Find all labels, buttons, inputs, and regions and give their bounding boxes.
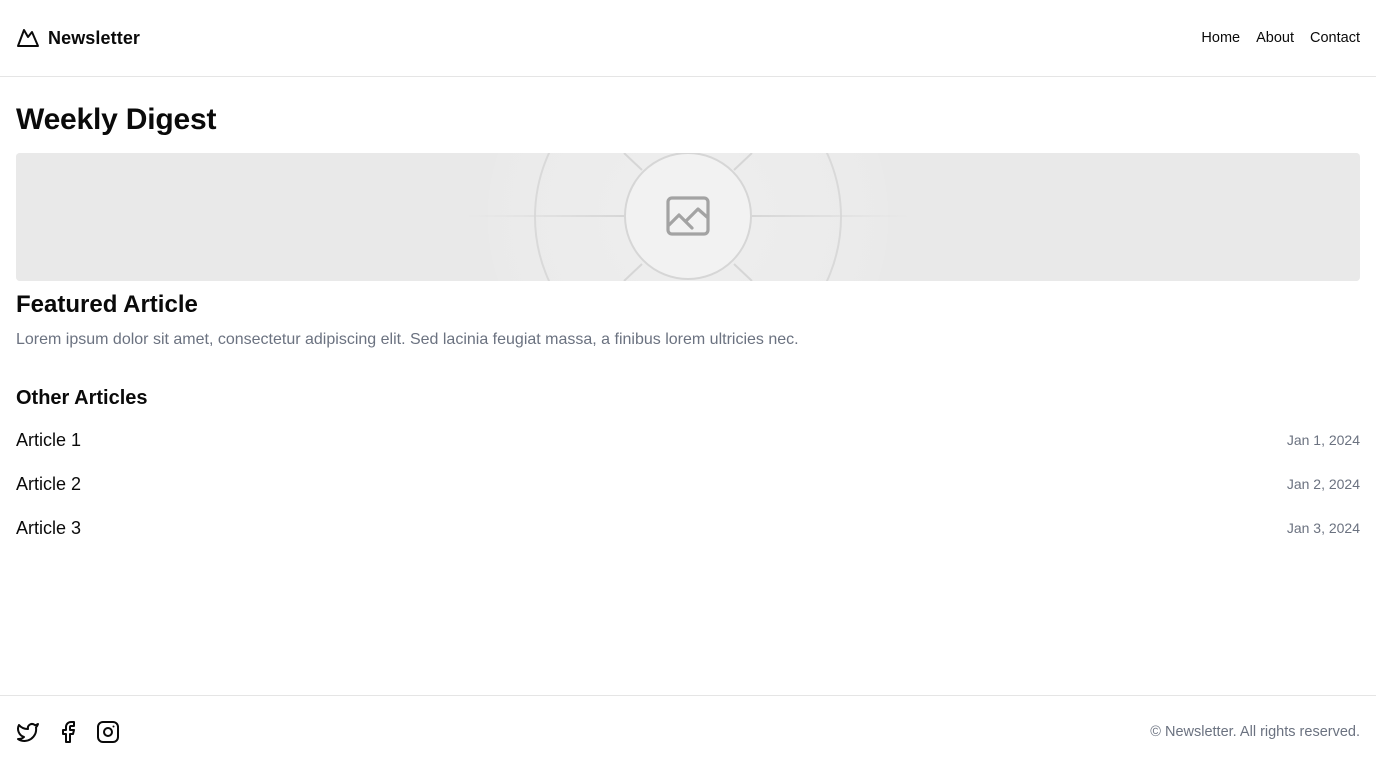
article-date: Jan 3, 2024 [1286,520,1360,536]
nav-home[interactable]: Home [1201,30,1240,46]
other-articles-heading: Other Articles [16,387,148,409]
article-list: Article 1 Jan 1, 2024 Article 2 Jan 2, 2… [16,418,1360,550]
article-date: Jan 1, 2024 [1286,432,1360,448]
list-item: Article 1 Jan 1, 2024 [16,418,1360,462]
image-placeholder-icon [16,153,1360,281]
article-date: Jan 2, 2024 [1286,476,1360,492]
article-link[interactable]: Article 3 [16,518,81,539]
brand-name: Newsletter [48,27,141,48]
list-item: Article 3 Jan 3, 2024 [16,506,1360,550]
page: Newsletter Home About Contact Weekly Dig… [0,0,1376,768]
copyright-text: © Newsletter. All rights reserved. [1150,724,1360,740]
main-nav: Home About Contact [1201,30,1360,46]
hero-image-placeholder [16,153,1360,281]
article-link[interactable]: Article 2 [16,474,81,495]
mountain-icon [16,26,40,50]
site-footer: © Newsletter. All rights reserved. [0,695,1376,768]
brand-link[interactable]: Newsletter [16,26,140,50]
facebook-icon[interactable] [56,720,80,744]
twitter-icon[interactable] [16,720,40,744]
featured-article-title[interactable]: Featured Article [16,291,1360,319]
nav-about[interactable]: About [1256,30,1294,46]
list-item: Article 2 Jan 2, 2024 [16,462,1360,506]
instagram-icon[interactable] [96,720,120,744]
featured-article-description: Lorem ipsum dolor sit amet, consectetur … [16,331,799,348]
main-content: Weekly Digest Featured Article Lorem ips… [0,77,1376,695]
social-links [16,720,120,744]
page-title: Weekly Digest [16,103,217,136]
site-header: Newsletter Home About Contact [0,0,1376,77]
article-link[interactable]: Article 1 [16,430,81,451]
nav-contact[interactable]: Contact [1310,30,1360,46]
